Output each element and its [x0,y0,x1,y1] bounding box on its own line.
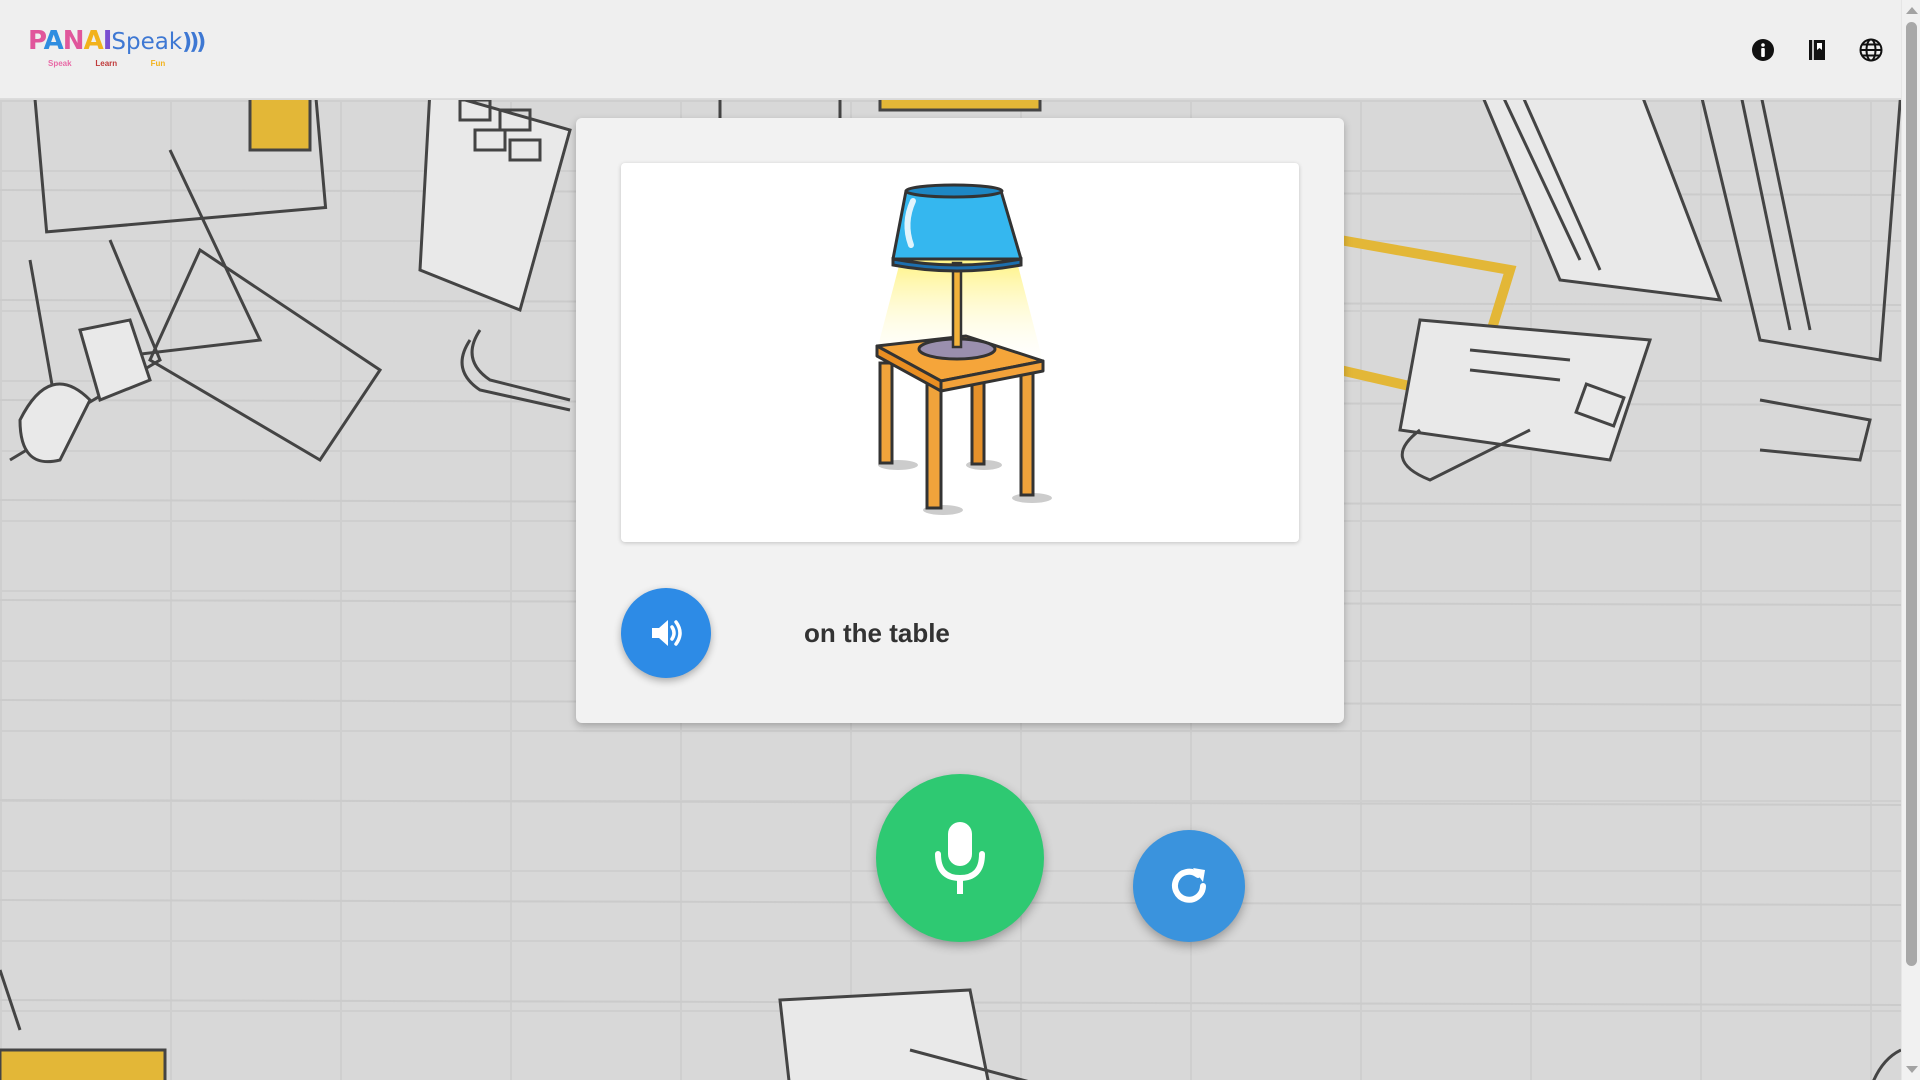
info-icon[interactable] [1750,37,1776,63]
scrollbar-thumb[interactable] [1906,22,1917,966]
reload-icon [1172,868,1206,903]
scroll-up-arrow-icon[interactable] [1906,7,1918,14]
volume-icon [652,620,682,646]
flashcard-image [621,163,1299,542]
tagline-learn: Learn [95,59,118,68]
page-scrollbar[interactable] [1901,0,1920,1080]
tagline-speak: Speak [48,59,72,68]
next-word-reload-button[interactable] [1133,830,1245,942]
logo-tagline: Speak Learn Fun [28,59,198,68]
tagline-fun: Fun [150,59,166,68]
play-audio-button[interactable] [621,588,711,678]
logo-wordmark: PANAISpeak))) [28,26,206,56]
lamp-on-table-illustration [871,183,1052,515]
globe-icon[interactable] [1858,37,1884,63]
flashcard: on the table [576,118,1344,723]
microphone-icon [935,822,985,894]
app-header: PANAISpeak))) Speak Learn Fun [0,0,1901,99]
record-microphone-button[interactable] [876,774,1044,942]
book-icon[interactable] [1804,37,1830,63]
phrase-text: on the table [804,618,950,648]
app-logo[interactable]: PANAISpeak))) Speak Learn Fun [28,26,206,72]
scroll-down-arrow-icon[interactable] [1906,1066,1918,1073]
